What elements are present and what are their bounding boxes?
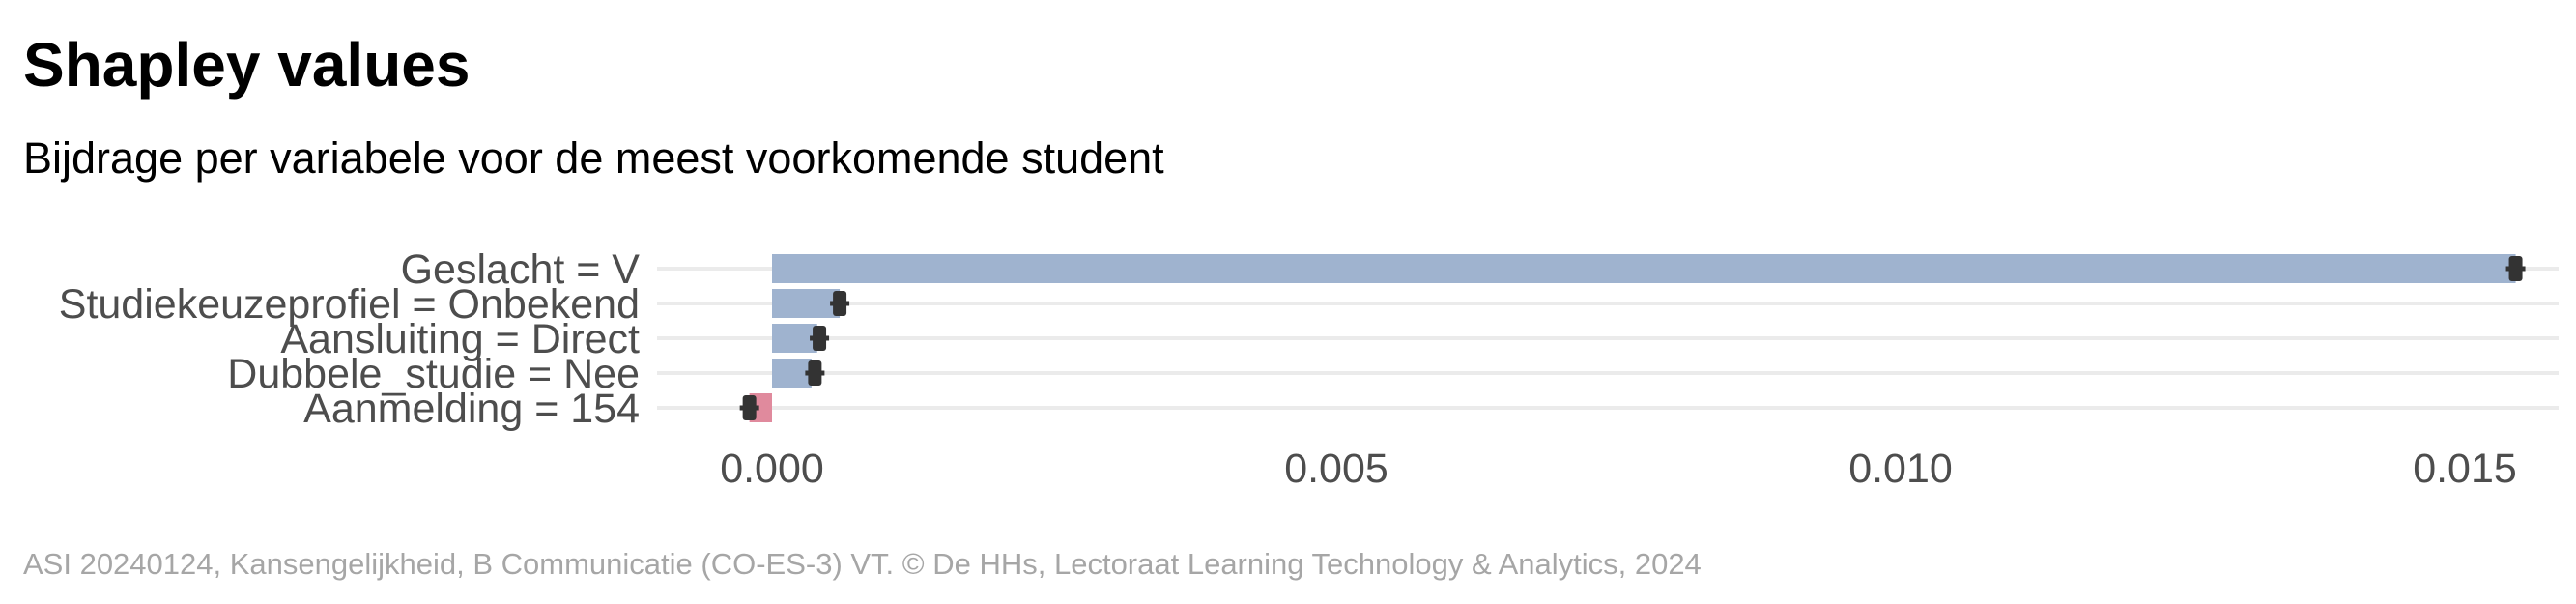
bar <box>772 254 2516 283</box>
y-tick-label: Aanmelding = 154 <box>303 386 640 432</box>
shapley-bar-chart: Geslacht = VStudiekeuzeprofiel = Onbeken… <box>59 246 2559 492</box>
bar <box>772 289 841 318</box>
chart-caption: ASI 20240124, Kansengelijkheid, B Commun… <box>23 547 1702 581</box>
x-tick-label: 0.000 <box>720 446 824 492</box>
x-tick-label: 0.015 <box>2413 446 2517 492</box>
x-tick-label: 0.010 <box>1848 446 1953 492</box>
x-tick-label: 0.005 <box>1284 446 1388 492</box>
